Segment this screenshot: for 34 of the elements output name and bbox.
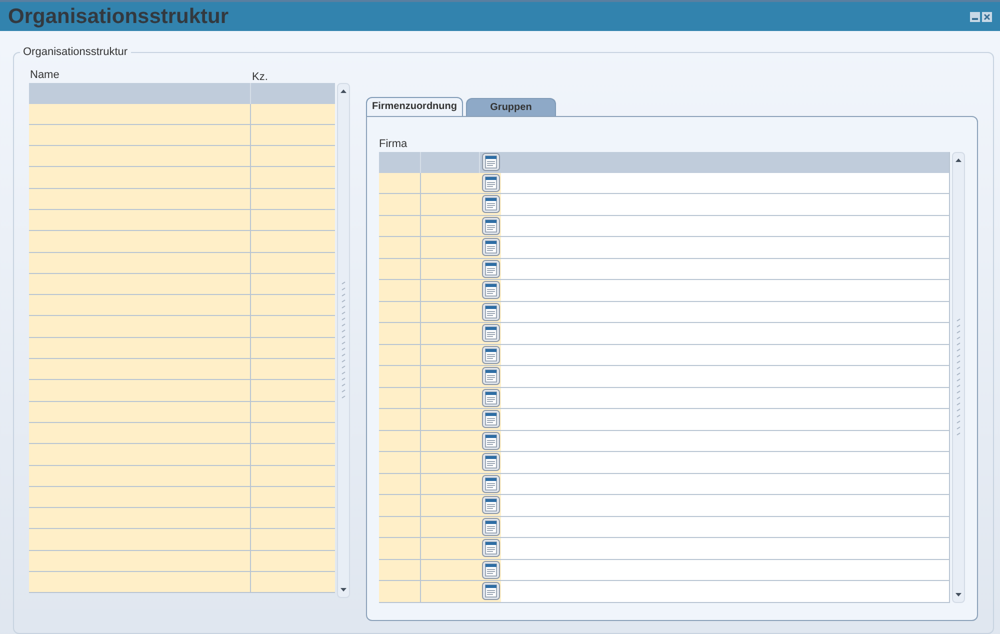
table-cell (379, 560, 421, 581)
minimize-icon[interactable] (970, 12, 980, 22)
table-label: Firma (379, 136, 408, 152)
table-cell (379, 323, 421, 344)
table-cell (379, 194, 421, 216)
table-cell (379, 388, 421, 409)
group-legend: Organisationsstruktur (20, 44, 131, 60)
column-header: Name (29, 68, 60, 82)
tab[interactable]: Gruppen (466, 98, 556, 116)
scrollbar[interactable] (952, 152, 965, 602)
scrollbar[interactable] (337, 82, 350, 598)
window-title: Organisationsstruktur (8, 4, 229, 30)
table-cell (379, 452, 421, 474)
table-cell (379, 366, 421, 388)
table-cell (379, 172, 421, 194)
table-cell (379, 430, 421, 452)
tab[interactable]: Firmenzuordnung (366, 96, 463, 116)
column-header: Kz. (251, 70, 268, 82)
table-cell (379, 216, 421, 237)
table-cell (379, 474, 421, 495)
table-cell (379, 344, 421, 366)
table-cell (379, 280, 421, 302)
header-cell (379, 152, 421, 172)
table-cell (379, 581, 421, 602)
table-cell (379, 409, 421, 430)
scroll-grip-icon[interactable] (956, 317, 962, 437)
close-icon[interactable] (982, 12, 992, 22)
table-cell (379, 258, 421, 280)
table-cell (379, 516, 421, 538)
table-cell (379, 495, 421, 516)
table-cell (379, 237, 421, 258)
scroll-grip-icon[interactable] (340, 280, 346, 400)
table-cell (379, 538, 421, 560)
table-cell (379, 302, 421, 323)
